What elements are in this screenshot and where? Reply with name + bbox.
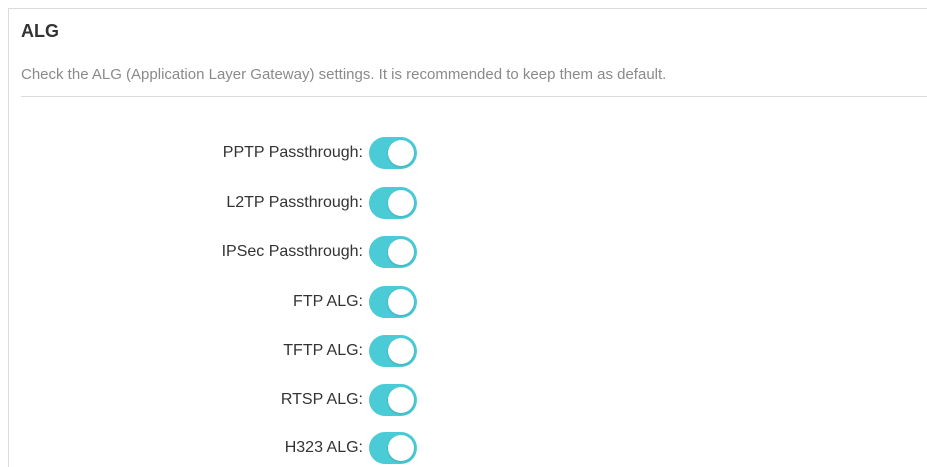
toggle-knob bbox=[388, 338, 414, 364]
section-title: ALG bbox=[21, 21, 59, 41]
setting-row-pptp-passthrough: PPTP Passthrough: bbox=[9, 136, 429, 170]
divider bbox=[21, 96, 927, 97]
ftp-alg-toggle[interactable] bbox=[369, 286, 417, 318]
setting-row-l2tp-passthrough: L2TP Passthrough: bbox=[9, 186, 429, 220]
h323-alg-toggle[interactable] bbox=[369, 432, 417, 464]
toggle-knob bbox=[388, 239, 414, 265]
pptp-passthrough-toggle[interactable] bbox=[369, 137, 417, 169]
setting-label: H323 ALG: bbox=[284, 439, 363, 456]
setting-row-h323-alg: H323 ALG: bbox=[9, 431, 429, 465]
toggle-knob bbox=[388, 435, 414, 461]
setting-row-ftp-alg: FTP ALG: bbox=[9, 285, 429, 319]
setting-label: FTP ALG: bbox=[293, 293, 363, 310]
rtsp-alg-toggle[interactable] bbox=[369, 384, 417, 416]
l2tp-passthrough-toggle[interactable] bbox=[369, 187, 417, 219]
setting-label: TFTP ALG: bbox=[283, 342, 363, 359]
setting-row-rtsp-alg: RTSP ALG: bbox=[9, 383, 429, 417]
toggle-knob bbox=[388, 140, 414, 166]
toggle-knob bbox=[388, 190, 414, 216]
setting-label: IPSec Passthrough: bbox=[221, 243, 363, 260]
ipsec-passthrough-toggle[interactable] bbox=[369, 236, 417, 268]
section-description: Check the ALG (Application Layer Gateway… bbox=[21, 66, 667, 83]
setting-label: PPTP Passthrough: bbox=[222, 144, 363, 161]
setting-row-ipsec-passthrough: IPSec Passthrough: bbox=[9, 235, 429, 269]
toggle-knob bbox=[388, 289, 414, 315]
toggle-knob bbox=[388, 387, 414, 413]
alg-panel: ALG Check the ALG (Application Layer Gat… bbox=[8, 8, 927, 467]
tftp-alg-toggle[interactable] bbox=[369, 335, 417, 367]
setting-label: L2TP Passthrough: bbox=[226, 194, 363, 211]
setting-row-tftp-alg: TFTP ALG: bbox=[9, 334, 429, 368]
setting-label: RTSP ALG: bbox=[280, 391, 363, 408]
